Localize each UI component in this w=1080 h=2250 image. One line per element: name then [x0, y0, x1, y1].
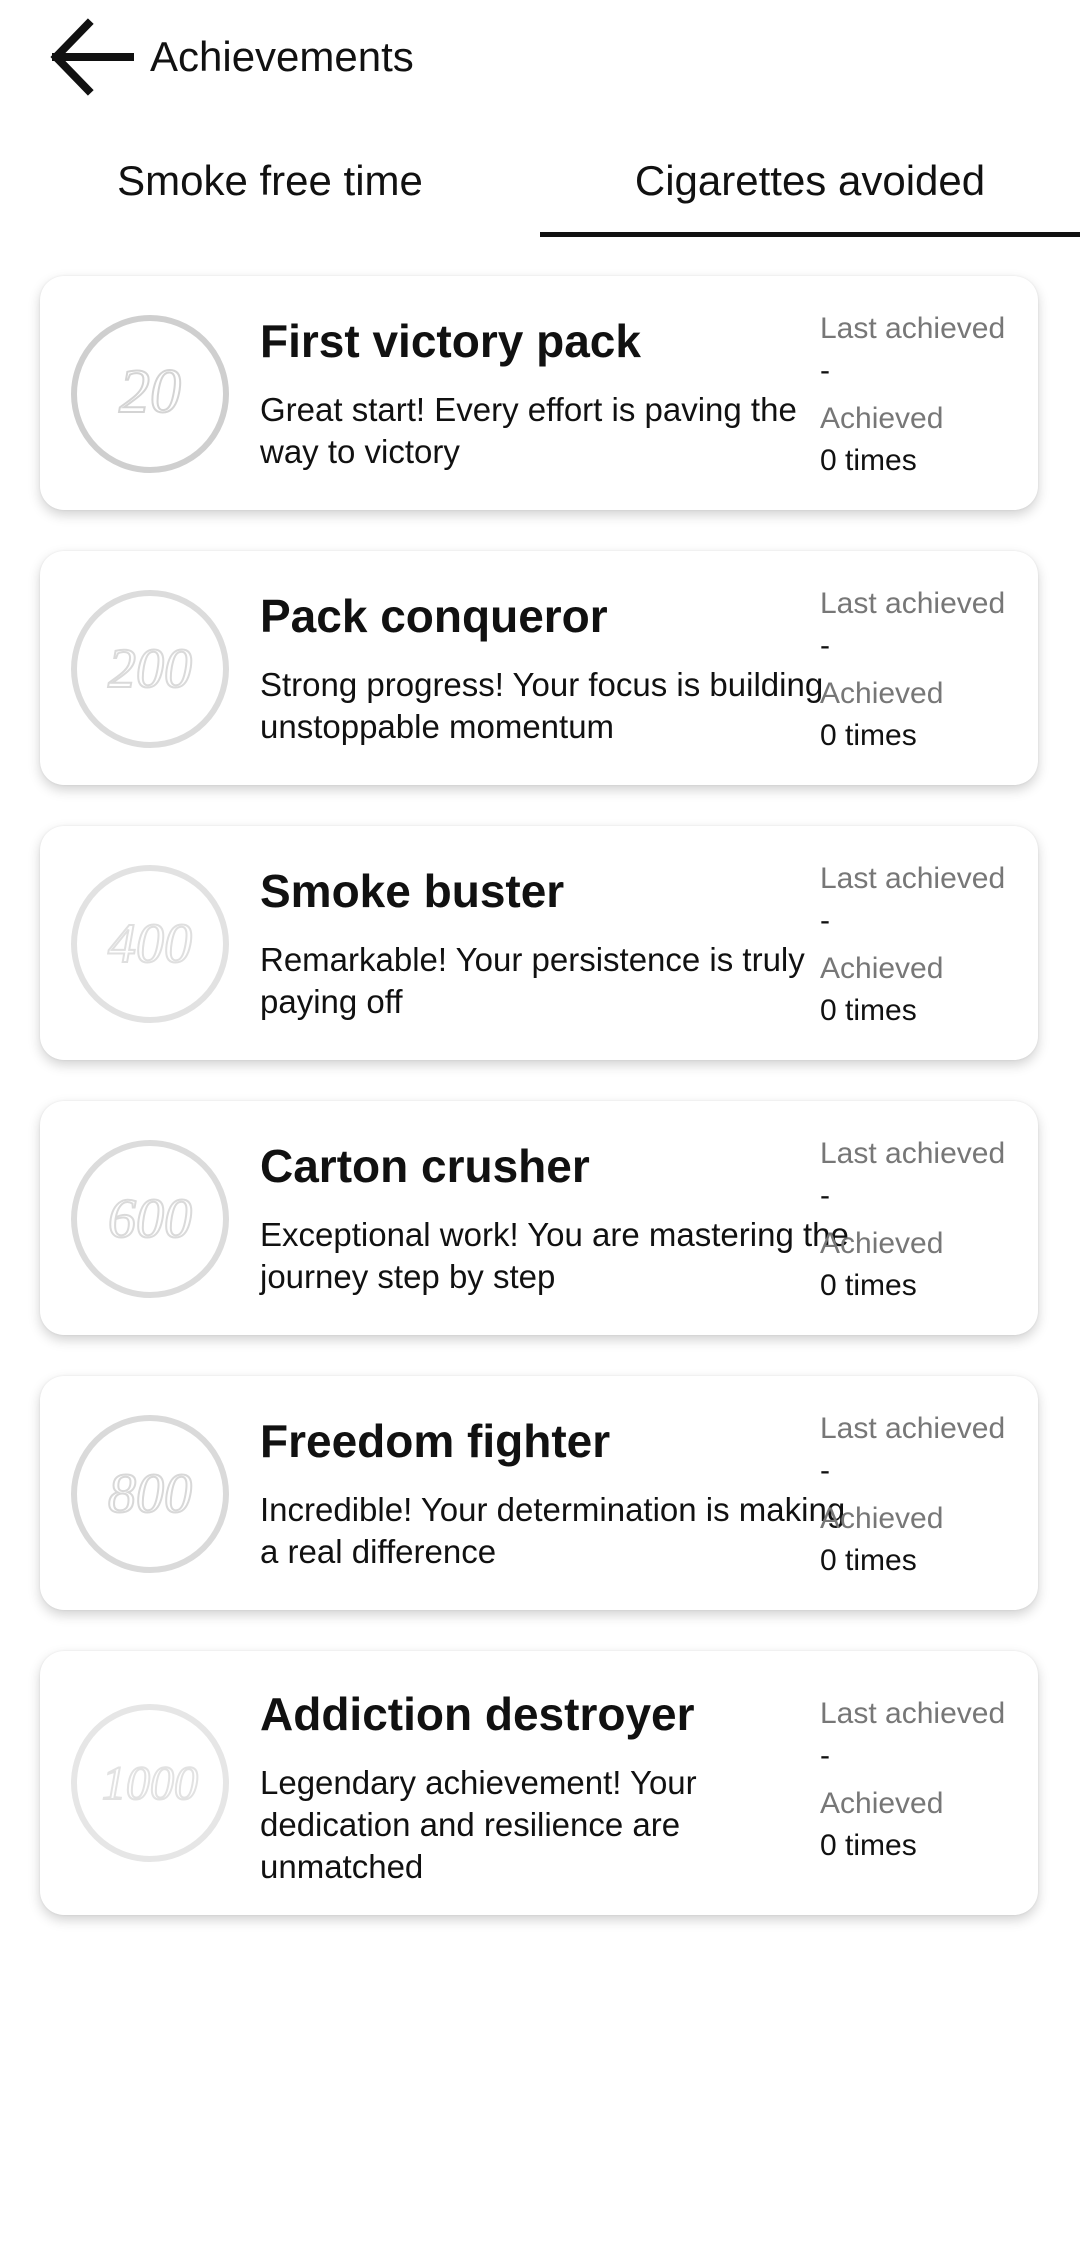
achieved-count: 0 times — [820, 994, 917, 1027]
badge-ring-icon: 600 — [71, 1140, 229, 1298]
achievement-card[interactable]: 400 Smoke buster Remarkable! Your persis… — [40, 826, 1038, 1060]
tab-cigarettes-avoided[interactable]: Cigarettes avoided — [540, 128, 1080, 234]
achieved-label: Achieved — [820, 1502, 944, 1535]
badge-number: 400 — [108, 913, 192, 975]
last-achieved-value: - — [820, 1179, 830, 1212]
badge-ring-icon: 1000 — [71, 1704, 229, 1862]
badge-number: 1000 — [102, 1757, 198, 1810]
achievement-description: Remarkable! Your persistence is truly pa… — [260, 941, 805, 1020]
achievement-card[interactable]: 600 Carton crusher Exceptional work! You… — [40, 1101, 1038, 1335]
achieved-label: Achieved — [820, 952, 944, 985]
badge-ring-icon: 200 — [71, 590, 229, 748]
tab-bar: Smoke free time Cigarettes avoided — [0, 128, 1080, 238]
achievement-title: Addiction destroyer — [260, 1688, 695, 1740]
achievement-meta: Last achieved - Achieved 0 times — [820, 583, 1030, 763]
tab-selected-indicator — [540, 232, 1080, 237]
achieved-label: Achieved — [820, 677, 944, 710]
last-achieved-value: - — [820, 904, 830, 937]
badge-ring-icon: 800 — [71, 1415, 229, 1573]
achievement-description: Strong progress! Your focus is building … — [260, 666, 824, 745]
achievement-card[interactable]: 20 First victory pack Great start! Every… — [40, 276, 1038, 510]
last-achieved-label: Last achieved — [820, 312, 1006, 345]
badge-ring-icon: 400 — [71, 865, 229, 1023]
back-button[interactable] — [44, 14, 136, 100]
achievement-card[interactable]: 1000 Addiction destroyer Legendary achie… — [40, 1651, 1038, 1915]
badge-number: 20 — [119, 358, 181, 426]
achieved-count: 0 times — [820, 1829, 917, 1862]
achieved-count: 0 times — [820, 1544, 917, 1577]
last-achieved-label: Last achieved — [820, 1697, 1006, 1730]
achievement-meta: Last achieved - Achieved 0 times — [820, 1408, 1030, 1588]
last-achieved-value: - — [820, 1454, 830, 1487]
arrow-left-icon — [50, 18, 134, 96]
achievement-card[interactable]: 200 Pack conqueror Strong progress! Your… — [40, 551, 1038, 785]
achieved-label: Achieved — [820, 1787, 944, 1820]
last-achieved-value: - — [820, 629, 830, 662]
achievement-title: Carton crusher — [260, 1140, 590, 1192]
achieved-label: Achieved — [820, 1227, 944, 1260]
achieved-count: 0 times — [820, 1269, 917, 1302]
achieved-count: 0 times — [820, 719, 917, 752]
achievement-description: Incredible! Your determination is making… — [260, 1491, 846, 1570]
badge-ring-icon: 20 — [71, 315, 229, 473]
achievement-card[interactable]: 800 Freedom fighter Incredible! Your det… — [40, 1376, 1038, 1610]
last-achieved-label: Last achieved — [820, 587, 1006, 620]
achievement-title: Freedom fighter — [260, 1415, 611, 1467]
tab-smoke-free-time[interactable]: Smoke free time — [0, 128, 540, 234]
achievement-title: First victory pack — [260, 315, 641, 367]
achieved-label: Achieved — [820, 402, 944, 435]
achievement-description: Great start! Every effort is paving the … — [260, 391, 797, 470]
page-title: Achievements — [150, 33, 414, 80]
last-achieved-label: Last achieved — [820, 1412, 1006, 1445]
achievement-meta: Last achieved - Achieved 0 times — [820, 1693, 1030, 1873]
achievement-description: Legendary achievement! Your dedication a… — [260, 1764, 697, 1885]
last-achieved-label: Last achieved — [820, 862, 1006, 895]
achievement-meta: Last achieved - Achieved 0 times — [820, 1133, 1030, 1313]
badge-number: 200 — [108, 638, 192, 700]
achievement-title: Smoke buster — [260, 865, 565, 917]
last-achieved-value: - — [820, 354, 830, 387]
top-app-bar: Achievements — [0, 0, 1080, 115]
achievement-meta: Last achieved - Achieved 0 times — [820, 308, 1030, 488]
badge-number: 800 — [108, 1463, 192, 1525]
achievement-meta: Last achieved - Achieved 0 times — [820, 858, 1030, 1038]
achievement-description: Exceptional work! You are mastering the … — [260, 1216, 849, 1295]
achieved-count: 0 times — [820, 444, 917, 477]
badge-number: 600 — [108, 1188, 192, 1250]
achievement-title: Pack conqueror — [260, 590, 608, 642]
last-achieved-value: - — [820, 1739, 830, 1772]
last-achieved-label: Last achieved — [820, 1137, 1006, 1170]
